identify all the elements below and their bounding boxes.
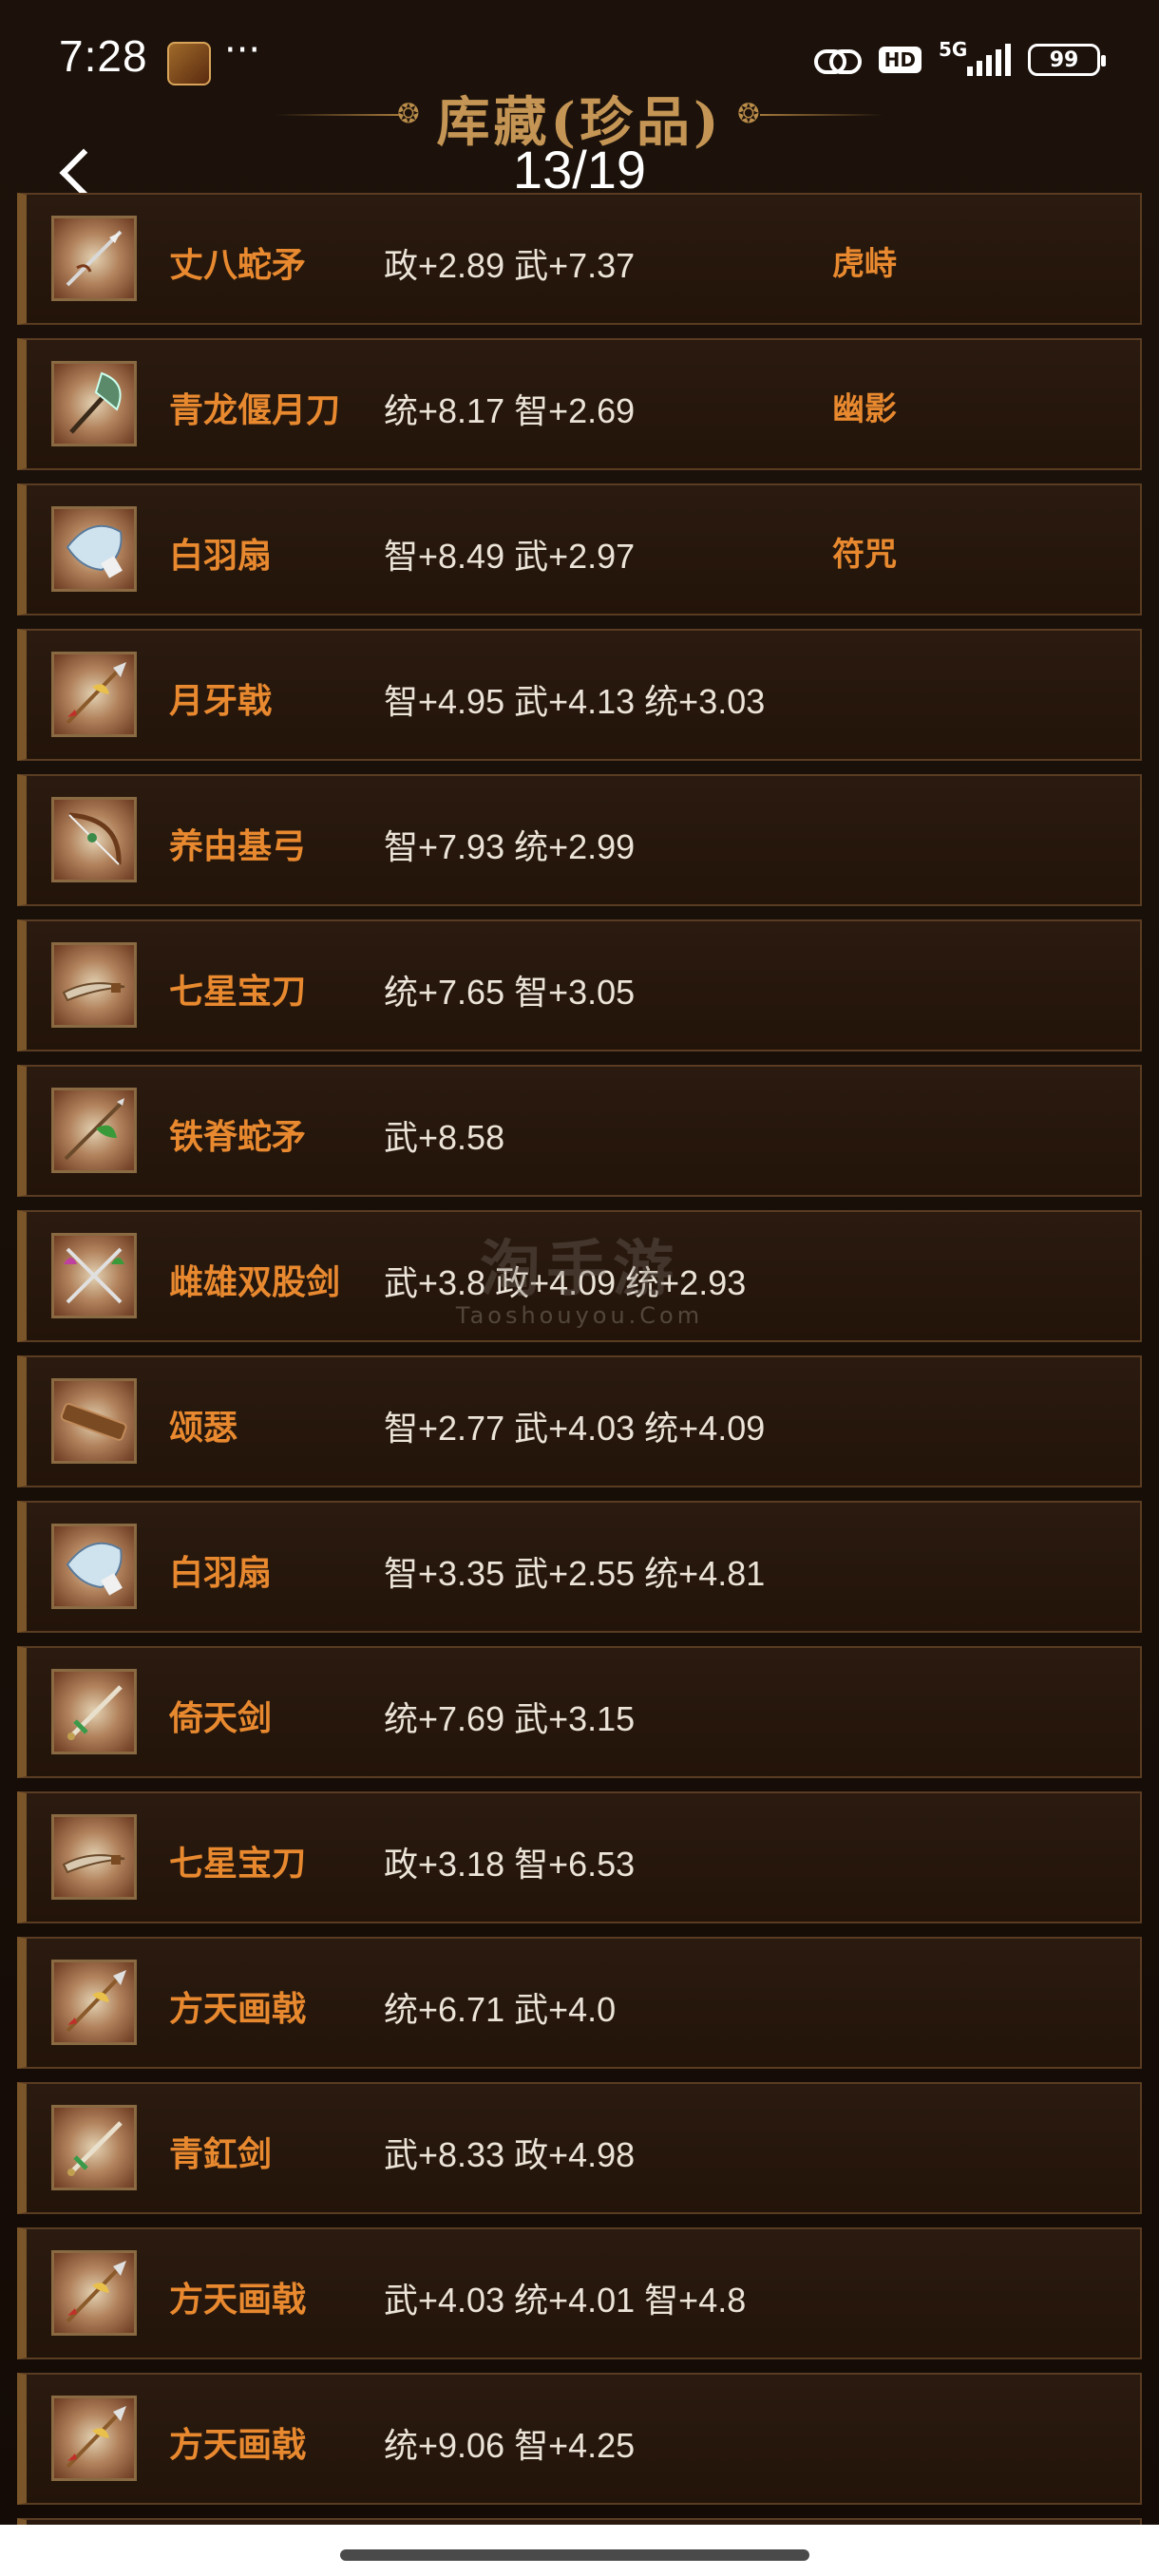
treasure-tag: 符咒: [832, 536, 897, 574]
treasure-row[interactable]: 白羽扇 智+3.35 武+2.55 统+4.81: [17, 1501, 1142, 1633]
treasure-row[interactable]: 雌雄双股剑 武+3.8 政+4.09 统+2.93: [17, 1210, 1142, 1342]
treasure-row[interactable]: 方天画戟 武+4.03 统+4.01 智+4.8: [17, 2227, 1142, 2359]
status-time: 7:28: [59, 31, 148, 81]
treasure-name: 倚天剑: [169, 1699, 273, 1738]
treasure-screen: 7:28 ··· HD 5G 99 ❂ 库藏(珍品) ❂ 13/19 丈八蛇矛政…: [0, 0, 1159, 2576]
treasure-row[interactable]: 七星宝刀 统+7.65 智+3.05: [17, 919, 1142, 1051]
treasure-row[interactable]: 方天画戟 统+6.71 武+4.0: [17, 1937, 1142, 2069]
treasure-stats: 武+8.58: [384, 1118, 505, 1157]
treasure-row[interactable]: 养由基弓 智+7.93 统+2.99: [17, 774, 1142, 906]
treasure-name: 方天画戟: [169, 1990, 307, 2029]
treasure-row[interactable]: 青釭剑 武+8.33 政+4.98: [17, 2082, 1142, 2214]
treasure-stats: 武+8.33 政+4.98: [384, 2135, 636, 2174]
battery-icon: 99: [1028, 44, 1106, 76]
sabre-icon: [51, 1814, 137, 1900]
more-notifications-icon: ···: [224, 28, 261, 72]
glaive-icon: [51, 361, 137, 446]
treasure-name: 方天画戟: [169, 2426, 307, 2465]
treasure-stats: 智+2.77 武+4.03 统+4.09: [384, 1409, 766, 1448]
ornament-knot-icon: ❂: [737, 98, 760, 129]
treasure-stats: 统+8.17 智+2.69: [384, 391, 636, 430]
treasure-stats: 统+7.65 智+3.05: [384, 973, 636, 1012]
treasure-name: 丈八蛇矛: [169, 246, 307, 285]
sabre-icon: [51, 942, 137, 1028]
treasure-stats: 统+6.71 武+4.0: [384, 1990, 617, 2029]
treasure-name: 七星宝刀: [169, 973, 307, 1012]
network-type-label: 5G: [939, 38, 968, 61]
treasure-stats: 政+2.89 武+7.37: [384, 246, 636, 285]
treasure-stats: 政+3.18 智+6.53: [384, 1845, 636, 1884]
zither-icon: [51, 1378, 137, 1464]
sword-icon: [51, 2105, 137, 2190]
treasure-stats: 智+4.95 武+4.13 统+3.03: [384, 682, 766, 721]
title-ornament-right: [760, 114, 884, 116]
treasure-stats: 智+8.49 武+2.97: [384, 537, 636, 576]
treasure-row[interactable]: 倚天剑 统+7.69 武+3.15: [17, 1646, 1142, 1778]
page-counter: 13/19: [512, 140, 647, 199]
twin-swords-icon: [51, 1233, 137, 1318]
home-indicator[interactable]: [340, 2549, 809, 2561]
fan-icon: [51, 1524, 137, 1609]
treasure-name: 养由基弓: [169, 827, 307, 866]
treasure-row[interactable]: 月牙戟 智+4.95 武+4.13 统+3.03: [17, 629, 1142, 761]
treasure-name: 方天画戟: [169, 2281, 307, 2320]
treasure-row[interactable]: 白羽扇 智+8.49 武+2.97 符咒: [17, 483, 1142, 616]
treasure-tag: 虎峙: [832, 245, 897, 283]
halberd-icon: [51, 1960, 137, 2045]
bow-icon: [51, 797, 137, 882]
fan-icon: [51, 506, 137, 592]
treasure-name: 月牙戟: [169, 682, 273, 721]
treasure-name: 雌雄双股剑: [169, 1263, 341, 1302]
treasure-stats: 统+9.06 智+4.25: [384, 2426, 636, 2465]
treasure-row[interactable]: 七星宝刀 政+3.18 智+6.53: [17, 1791, 1142, 1923]
hd-icon: HD: [878, 47, 922, 73]
link-icon: [813, 46, 862, 74]
spear-icon: [51, 216, 137, 301]
halberd-icon: [51, 652, 137, 737]
treasure-name: 七星宝刀: [169, 1845, 307, 1884]
treasure-list: 丈八蛇矛 政+2.89 武+7.37 虎峙青龙偃月刀 统+8.17 智+2.69 幽影白…: [17, 193, 1142, 2545]
halberd-icon: [51, 2396, 137, 2481]
serpent-spear-icon: [51, 1088, 137, 1173]
treasure-stats: 智+7.93 统+2.99: [384, 827, 636, 866]
treasure-stats: 统+7.69 武+3.15: [384, 1699, 636, 1738]
page-header: ❂ 库藏(珍品) ❂ 13/19: [0, 76, 1159, 199]
signal-icon: 5G: [939, 38, 1011, 76]
treasure-stats: 智+3.35 武+2.55 统+4.81: [384, 1554, 766, 1593]
treasure-name: 白羽扇: [169, 1554, 273, 1593]
treasure-row[interactable]: 丈八蛇矛 政+2.89 武+7.37 虎峙: [17, 193, 1142, 325]
treasure-stats: 武+3.8 政+4.09 统+2.93: [384, 1263, 747, 1302]
treasure-name: 青龙偃月刀: [169, 391, 341, 430]
treasure-row[interactable]: 铁脊蛇矛 武+8.58: [17, 1065, 1142, 1197]
treasure-name: 白羽扇: [169, 537, 273, 576]
sword-icon: [51, 1669, 137, 1754]
treasure-row[interactable]: 颂瑟 智+2.77 武+4.03 统+4.09: [17, 1355, 1142, 1487]
treasure-stats: 武+4.03 统+4.01 智+4.8: [384, 2281, 747, 2320]
treasure-name: 铁脊蛇矛: [169, 1118, 307, 1157]
treasure-tag: 幽影: [832, 390, 897, 428]
treasure-row[interactable]: 青龙偃月刀 统+8.17 智+2.69 幽影: [17, 338, 1142, 470]
halberd-icon: [51, 2250, 137, 2336]
treasure-name: 颂瑟: [169, 1409, 238, 1448]
treasure-name: 青釭剑: [169, 2135, 273, 2174]
treasure-row[interactable]: 方天画戟 统+9.06 智+4.25: [17, 2373, 1142, 2505]
